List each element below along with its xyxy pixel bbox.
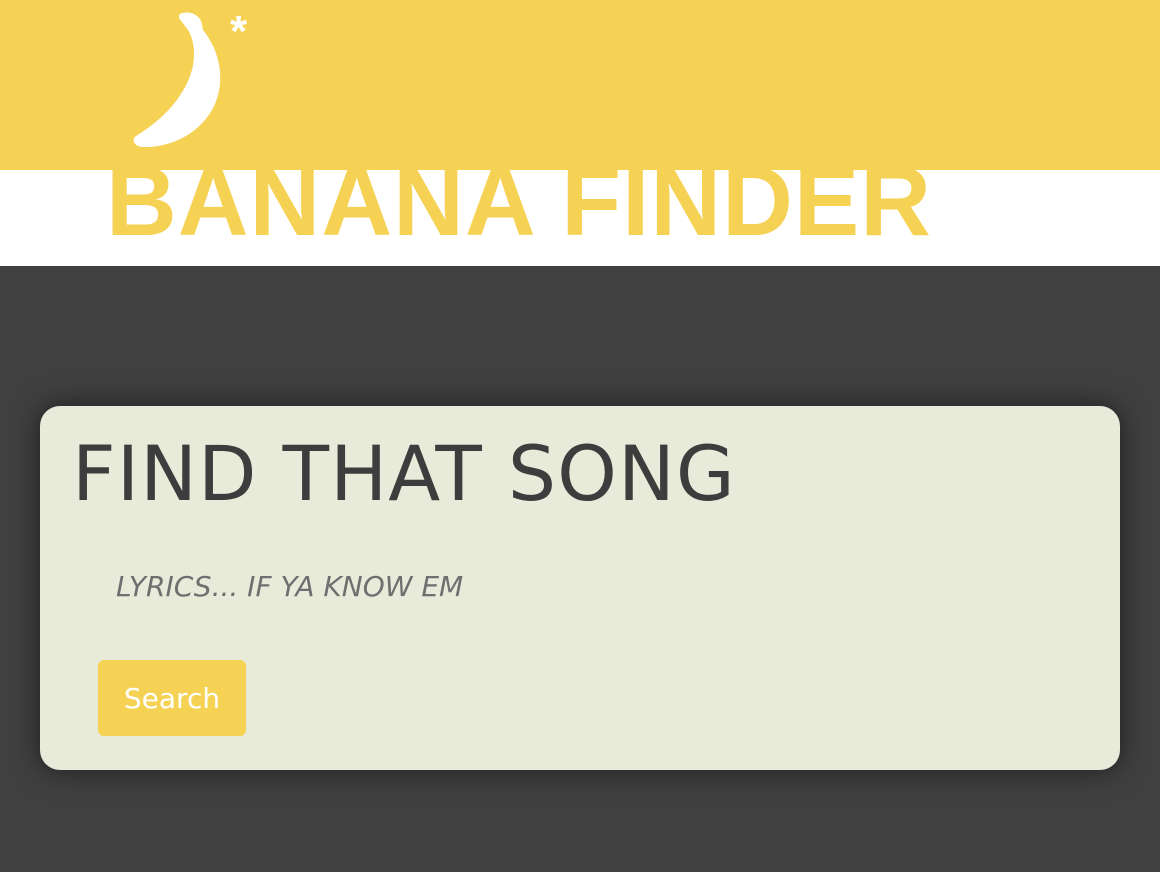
lyrics-search-input[interactable] bbox=[98, 558, 834, 614]
search-heading: FIND THAT SONG bbox=[72, 429, 736, 518]
brand-title: BANANA FINDER bbox=[106, 170, 932, 256]
search-card: FIND THAT SONG Search bbox=[40, 406, 1120, 770]
logo-asterisk: * bbox=[230, 8, 248, 56]
top-banner: * bbox=[0, 0, 1160, 170]
banana-icon: * bbox=[133, 8, 248, 148]
title-strip: BANANA FINDER bbox=[0, 170, 1160, 266]
search-button[interactable]: Search bbox=[98, 660, 246, 736]
